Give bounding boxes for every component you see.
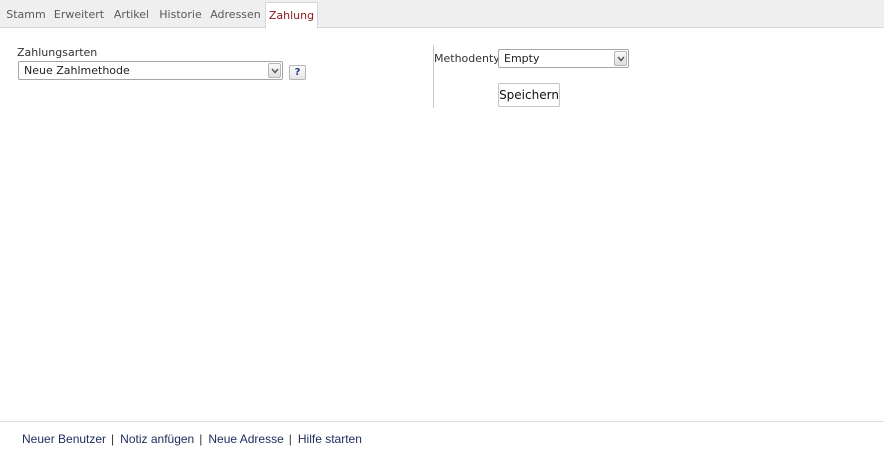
tab-artikel[interactable]: Artikel	[109, 2, 154, 28]
tab-adressen[interactable]: Adressen	[207, 2, 264, 28]
tab-stamm[interactable]: Stamm	[3, 2, 49, 28]
payment-types-selected-value: Neue Zahlmethode	[24, 64, 130, 77]
tab-historie[interactable]: Historie	[155, 2, 206, 28]
chevron-down-icon	[268, 63, 281, 78]
payment-types-select[interactable]: Neue Zahlmethode	[18, 61, 283, 80]
tab-zahlung[interactable]: Zahlung	[265, 2, 318, 29]
payment-types-label: Zahlungsarten	[17, 46, 98, 59]
help-icon[interactable]: ?	[289, 65, 306, 80]
new-address-link[interactable]: Neue Adresse	[208, 432, 283, 446]
footer-separator: |	[288, 432, 292, 446]
method-type-label: Methodentyp	[434, 52, 507, 65]
method-type-select[interactable]: Empty	[498, 49, 629, 68]
new-user-link[interactable]: Neuer Benutzer	[22, 432, 106, 446]
method-type-selected-value: Empty	[504, 52, 540, 65]
footer-bar: Neuer Benutzer | Notiz anfügen | Neue Adress…	[0, 421, 884, 455]
save-button[interactable]: Speichern	[498, 83, 560, 107]
chevron-down-icon	[614, 51, 627, 66]
footer-separator: |	[111, 432, 115, 446]
tab-erweitert[interactable]: Erweitert	[50, 2, 108, 28]
start-help-link[interactable]: Hilfe starten	[298, 432, 362, 446]
footer-links: Neuer Benutzer | Notiz anfügen | Neue Adress…	[22, 432, 362, 446]
footer-separator: |	[199, 432, 203, 446]
add-note-link[interactable]: Notiz anfügen	[120, 432, 194, 446]
tab-bar: Stamm Erweitert Artikel Historie Adresse…	[0, 0, 884, 29]
